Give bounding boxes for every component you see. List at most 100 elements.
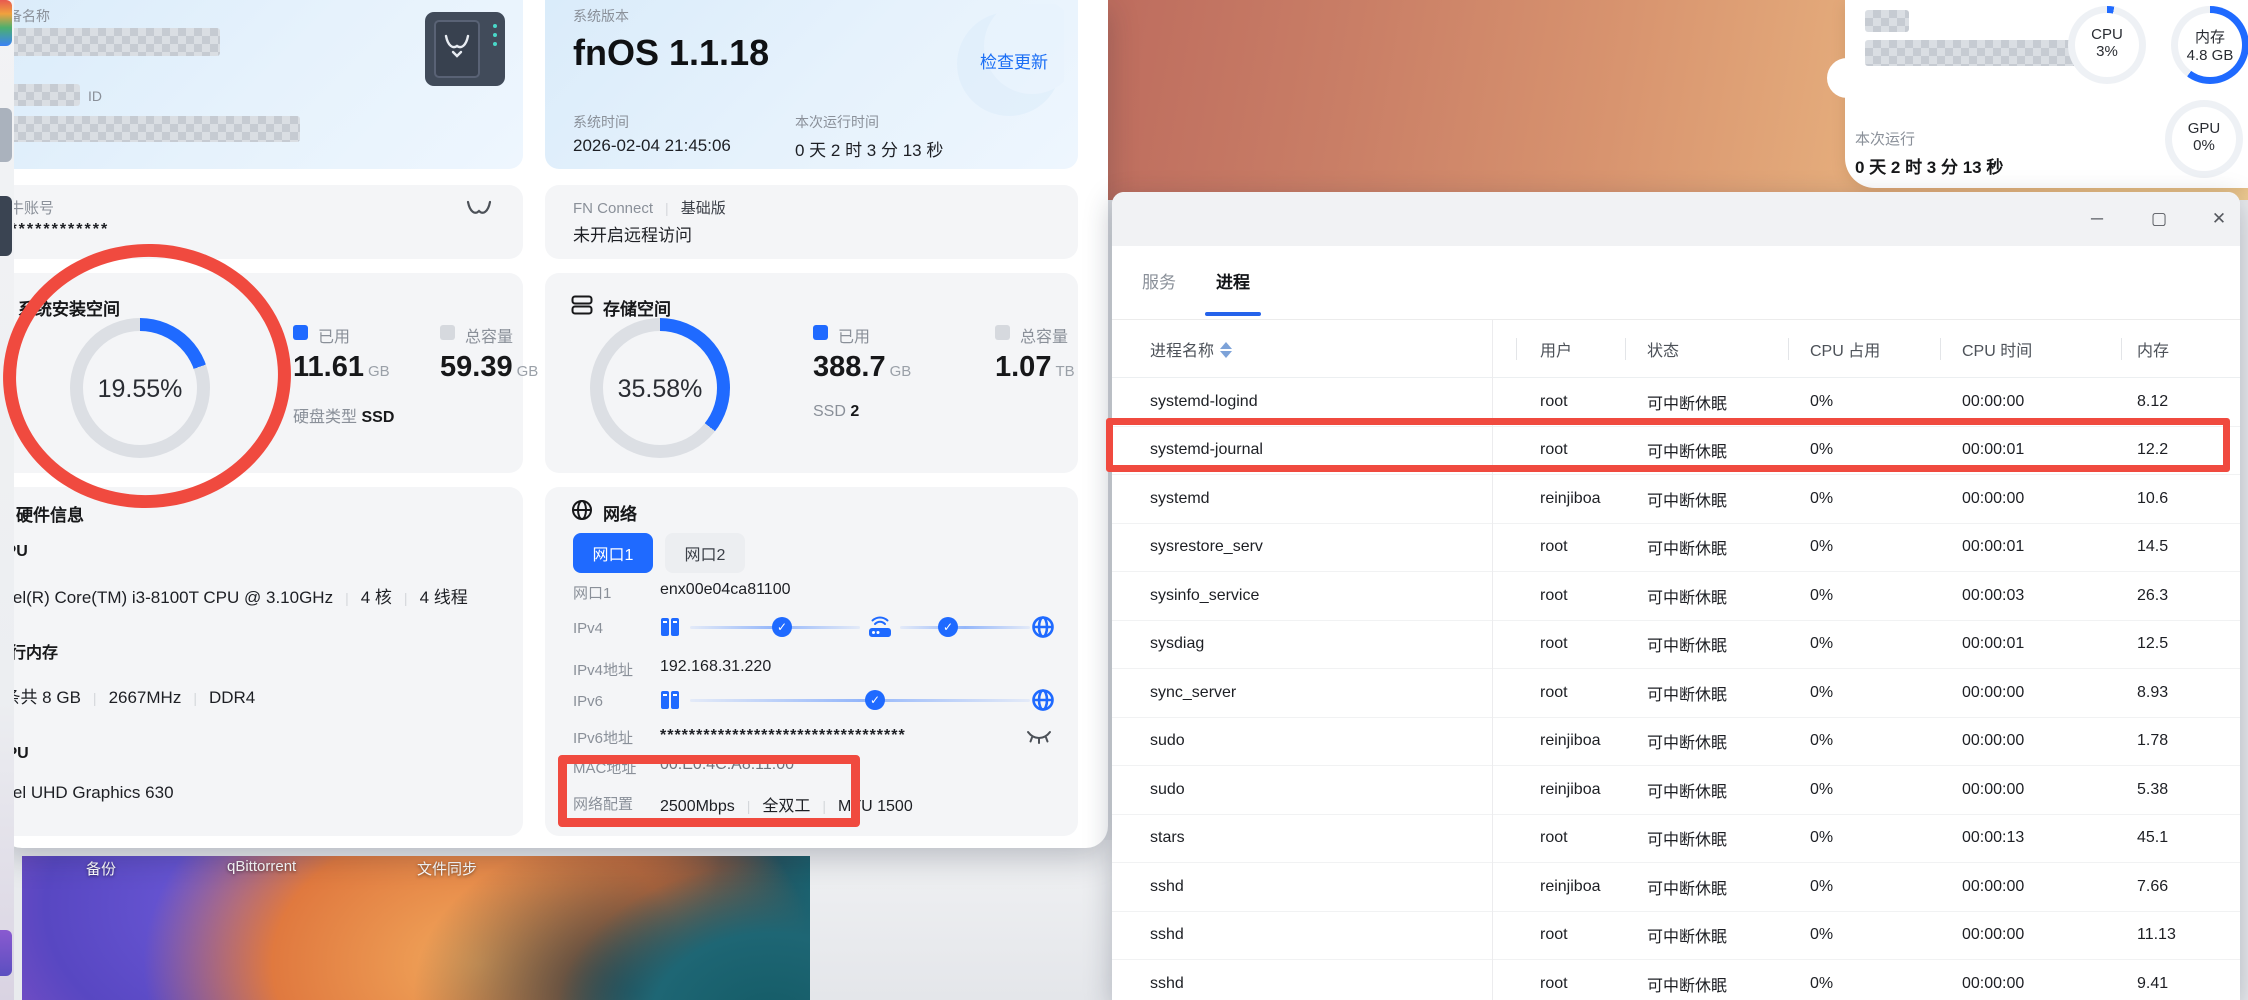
cell-name: systemd-logind [1150, 392, 1258, 410]
table-row[interactable]: sshd reinjiboa 可中断休眠 0% 00:00:00 7.66 [1112, 863, 2240, 912]
table-row[interactable]: sync_server root 可中断休眠 0% 00:00:00 8.93 [1112, 669, 2240, 718]
device-info-redacted [10, 116, 300, 142]
app-icon-sliver[interactable] [0, 108, 12, 162]
cell-name: sshd [1150, 877, 1184, 895]
cell-cpu: 0% [1810, 489, 1834, 507]
cell-status: 可中断休眠 [1647, 832, 1728, 850]
cell-user: reinjiboa [1540, 732, 1601, 750]
cell-status: 可中断休眠 [1647, 929, 1728, 947]
cell-cpu: 0% [1810, 586, 1834, 604]
app-icon-sliver[interactable] [0, 930, 12, 976]
active-tab-underline [1205, 312, 1261, 316]
cell-time: 00:00:00 [1962, 732, 2025, 750]
table-row[interactable]: systemd reinjiboa 可中断休眠 0% 00:00:00 10.6 [1112, 475, 2240, 524]
account-masked-value: ************** [0, 221, 110, 238]
column-header-cpu-time[interactable]: CPU 时间 [1940, 337, 2137, 361]
table-row[interactable]: sysdiag root 可中断休眠 0% 00:00:01 12.5 [1112, 620, 2240, 669]
cell-user: root [1540, 538, 1568, 556]
desktop-icon-label[interactable]: qBittorrent [227, 858, 296, 875]
nas-node-icon [661, 691, 679, 709]
check-icon: ✓ [938, 617, 958, 637]
cell-mem: 7.66 [2137, 877, 2169, 895]
used-legend-label: 已用 [838, 329, 871, 346]
table-header-row: 进程名称 用户 状态 CPU 占用 CPU 时间 内存 [1112, 320, 2240, 378]
cpu-value: Intel(R) Core(TM) i3-8100T CPU @ 3.10GHz… [0, 588, 468, 607]
maximize-button[interactable]: ▢ [2146, 206, 2172, 232]
column-header-name[interactable]: 进程名称 [1112, 337, 1492, 361]
tab-port1[interactable]: 网口1 [573, 533, 653, 573]
app-icon-sliver[interactable] [0, 196, 12, 256]
desktop-icon-label[interactable]: 备份 [86, 858, 116, 879]
memory-ring-text: 内存 4.8 GB [2186, 29, 2234, 64]
install-total-value: 59.39 GB [440, 351, 539, 383]
monitor-name-redacted [1865, 10, 1909, 32]
cell-mem: 14.5 [2137, 538, 2169, 556]
account-card: 飞牛账号 ************** [0, 185, 523, 259]
cell-status: 可中断休眠 [1647, 541, 1728, 559]
gpu-value: Intel UHD Graphics 630 [0, 783, 174, 802]
table-row[interactable]: sysrestore_serv root 可中断休眠 0% 00:00:01 14.5 [1112, 523, 2240, 572]
check-update-link[interactable]: 检查更新 [980, 48, 1048, 73]
system-time-label: 系统时间 [573, 114, 629, 130]
storage-space-percent: 35.58% [617, 375, 703, 403]
desktop-icon-label[interactable]: 文件同步 [417, 858, 477, 879]
eye-closed-icon[interactable] [1025, 729, 1053, 745]
table-row[interactable]: stars root 可中断休眠 0% 00:00:13 45.1 [1112, 814, 2240, 863]
cell-mem: 9.41 [2137, 974, 2169, 992]
tab-services[interactable]: 服务 [1142, 268, 1176, 293]
cell-cpu: 0% [1810, 926, 1834, 944]
cell-user: root [1540, 392, 1568, 410]
ipv4-label: IPv4 [573, 620, 604, 637]
hardware-card: 硬件信息 CPU Intel(R) Core(TM) i3-8100T CPU … [0, 487, 523, 836]
uptime-label: 本次运行时间 [795, 114, 879, 130]
column-header-status[interactable]: 状态 [1625, 337, 1810, 361]
tab-port2[interactable]: 网口2 [665, 533, 745, 573]
minimize-button[interactable]: ─ [2084, 206, 2110, 232]
cell-name: sysinfo_service [1150, 586, 1260, 604]
cell-status: 可中断休眠 [1647, 395, 1728, 413]
cell-time: 00:00:00 [1962, 489, 2025, 507]
window-titlebar[interactable]: ─ ▢ ✕ [1112, 192, 2240, 246]
app-icon-sliver[interactable] [0, 0, 12, 46]
cell-status: 可中断休眠 [1647, 735, 1728, 753]
table-row[interactable]: sshd root 可中断休眠 0% 00:00:00 11.13 [1112, 911, 2240, 960]
table-row[interactable]: sshd root 可中断休眠 0% 00:00:00 9.41 [1112, 960, 2240, 1000]
monitor-uptime-value: 0 天 2 时 3 分 13 秒 [1855, 158, 2004, 177]
check-icon: ✓ [772, 617, 792, 637]
iface-label: 网口1 [573, 585, 612, 602]
iface-value: enx00e04ca81100 [660, 581, 791, 598]
nas-node-icon [661, 618, 679, 636]
router-icon [869, 616, 891, 637]
annotation-box-network-config [558, 755, 860, 827]
table-row[interactable]: sudo reinjiboa 可中断休眠 0% 00:00:00 1.78 [1112, 717, 2240, 766]
tab-processes[interactable]: 进程 [1216, 268, 1250, 293]
cell-time: 00:00:03 [1962, 586, 2025, 604]
cell-cpu: 0% [1810, 392, 1834, 410]
cell-time: 00:00:00 [1962, 926, 2025, 944]
close-button[interactable]: ✕ [2206, 206, 2232, 232]
total-legend-swatch [995, 325, 1010, 340]
desktop-wallpaper: 备份 qBittorrent 文件同步 [22, 856, 810, 1000]
cell-mem: 12.5 [2137, 635, 2169, 653]
cell-name: sshd [1150, 926, 1184, 944]
cell-time: 00:00:00 [1962, 974, 2025, 992]
cell-cpu: 0% [1810, 974, 1834, 992]
cell-name: sshd [1150, 974, 1184, 992]
cell-mem: 8.12 [2137, 392, 2169, 410]
screen: 备份 qBittorrent 文件同步 设备名称 ID [0, 0, 2248, 1000]
cell-name: sync_server [1150, 683, 1237, 701]
column-header-user[interactable]: 用户 [1492, 337, 1647, 361]
cell-time: 00:00:00 [1962, 877, 2025, 895]
cell-user: root [1540, 635, 1568, 653]
column-header-memory[interactable]: 内存 [2121, 337, 2240, 361]
disk-type-row: 硬盘类型 SSD [293, 409, 395, 426]
cell-mem: 26.3 [2137, 586, 2169, 604]
cell-time: 00:00:00 [1962, 780, 2025, 798]
cell-name: sysdiag [1150, 635, 1205, 653]
fn-horns-icon[interactable] [465, 199, 493, 219]
table-row[interactable]: sysinfo_service root 可中断休眠 0% 00:00:03 26.3 [1112, 572, 2240, 621]
cell-cpu: 0% [1810, 829, 1834, 847]
cell-time: 00:00:13 [1962, 829, 2025, 847]
table-row[interactable]: sudo reinjiboa 可中断休眠 0% 00:00:00 5.38 [1112, 766, 2240, 815]
fn-connect-label: FN Connect | 基础版 [573, 200, 726, 217]
